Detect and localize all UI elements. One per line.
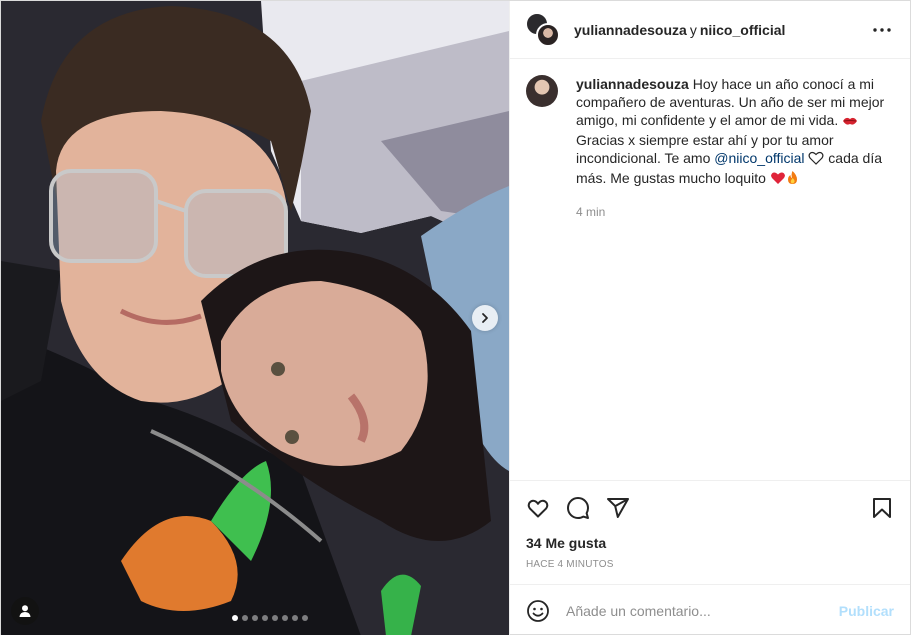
post-photo[interactable] <box>1 1 509 635</box>
carousel-dot <box>282 615 288 621</box>
more-horizontal-icon <box>873 27 891 32</box>
carousel-dot <box>242 615 248 621</box>
action-icons <box>526 493 894 523</box>
more-options-button[interactable] <box>870 18 894 42</box>
caption-text: yuliannadesouza Hoy hace un año conocí a… <box>576 75 894 189</box>
kiss-lips-icon <box>842 113 858 131</box>
publish-button[interactable]: Publicar <box>839 603 894 619</box>
post-header: yuliannadesouza y niico_official <box>510 1 910 59</box>
emoji-icon[interactable] <box>526 599 550 623</box>
header-username-1[interactable]: yuliannadesouza <box>574 22 687 38</box>
header-connector: y <box>689 21 697 38</box>
collab-avatars[interactable] <box>526 12 560 47</box>
avatar[interactable] <box>526 75 558 107</box>
share-icon[interactable] <box>606 496 630 520</box>
carousel-dot <box>292 615 298 621</box>
bookmark-icon[interactable] <box>870 496 894 520</box>
caption: yuliannadesouza Hoy hace un año conocí a… <box>526 75 894 189</box>
carousel-dot <box>262 615 268 621</box>
mention-link[interactable]: @niico_official <box>714 150 804 166</box>
heart-icon[interactable] <box>526 496 550 520</box>
comment-composer: Publicar <box>510 584 910 635</box>
post-sidebar: yuliannadesouza y niico_official yuliannad… <box>509 1 910 635</box>
comment-input[interactable] <box>566 602 839 619</box>
caption-timestamp: 4 min <box>576 205 606 219</box>
post-timestamp: HACE 4 MINUTOS <box>526 559 614 570</box>
chevron-right-icon <box>482 313 488 323</box>
selfie-photo <box>1 1 509 635</box>
next-slide-button[interactable] <box>472 305 498 331</box>
likes-count[interactable]: 34 Me gusta <box>526 535 894 551</box>
comment-icon[interactable] <box>566 496 590 520</box>
carousel-dot <box>302 615 308 621</box>
header-username-2[interactable]: niico_official <box>700 22 786 38</box>
carousel-indicator <box>1 615 509 621</box>
caption-username[interactable]: yuliannadesouza <box>576 76 689 92</box>
carousel-dot <box>272 615 278 621</box>
carousel-dot <box>252 615 258 621</box>
red-heart-icon <box>770 171 786 189</box>
avatar <box>536 22 560 47</box>
fire-icon <box>786 170 799 189</box>
white-heart-icon <box>808 151 824 169</box>
instagram-post: yuliannadesouza y niico_official yuliannad… <box>0 0 911 635</box>
carousel-dot <box>232 615 238 621</box>
action-bar: 34 Me gusta HACE 4 MINUTOS <box>510 480 910 584</box>
comments-area[interactable]: yuliannadesouza Hoy hace un año conocí a… <box>510 59 910 480</box>
header-usernames: yuliannadesouza y niico_official <box>574 22 870 38</box>
